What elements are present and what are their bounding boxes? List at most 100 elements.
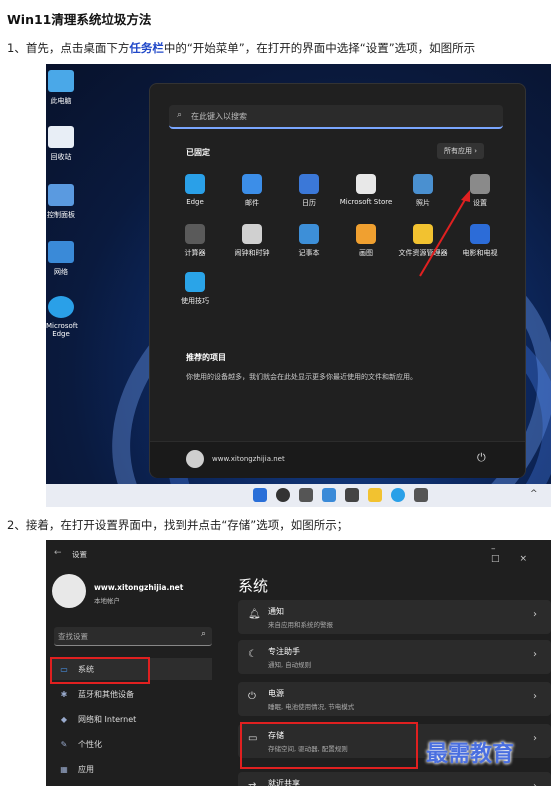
task-view-icon[interactable] [299,488,313,502]
nav-item[interactable]: ▦ 应用 [52,758,212,780]
nav-label: 应用 [78,764,94,774]
card-title: 通知 [268,607,284,616]
search-icon: ⌕ [177,110,183,120]
card-subtitle: 睡眠, 电池使用情况, 节电模式 [268,703,355,711]
app-icon [299,224,319,244]
settings-window-title: 设置 [72,550,87,559]
app-label: 记事本 [298,249,320,257]
pinned-app[interactable]: 计算器 [168,224,222,258]
user-name[interactable]: www.xitongzhijia.net [212,455,285,463]
card-title: 就近共享 [268,779,300,786]
bluetooth-icon: ✱ [60,689,68,699]
pinned-app[interactable]: Edge [168,174,222,206]
desktop-icon-control-panel[interactable]: 控制面板 [46,184,76,220]
desktop-icon-network[interactable]: 网络 [46,241,76,277]
pinned-label: 已固定 [186,148,210,157]
app-icon [356,224,376,244]
app-icon [242,224,262,244]
window-controls[interactable]: –□× [491,544,551,564]
settings-heading: 系统 [238,577,269,595]
start-search-box[interactable]: ⌕ 在此键入以搜索 [169,105,503,129]
card-subtitle: 来自应用和系统的警报 [268,621,333,629]
widgets-icon[interactable] [322,488,336,502]
pinned-app[interactable]: 记事本 [282,224,336,258]
moon-icon: ☾ [248,649,257,660]
settings-card[interactable]: 🔔︎ 通知来自应用和系统的警报 › [238,600,551,634]
nav-label: 蓝牙和其他设备 [78,689,134,699]
store-icon[interactable] [414,488,428,502]
app-label: 闹钟和时钟 [234,249,270,257]
desktop-icon-edge[interactable]: Microsoft Edge [46,296,78,338]
recycle-bin-icon [48,126,74,148]
article-title: Win11清理系统垃圾方法 [7,12,152,27]
file-explorer-icon[interactable] [368,488,382,502]
nav-item[interactable]: ✎ 个性化 [52,733,212,755]
settings-screenshot: ← 设置 www.xitongzhijia.net 本地帐户 查找设置 ⌕ ▭ 系… [46,540,551,786]
pinned-app[interactable]: 画图 [339,224,393,258]
app-label: 邮件 [245,199,259,207]
start-search-placeholder: 在此键入以搜索 [191,112,247,121]
chat-icon[interactable] [345,488,359,502]
highlight-system-nav [50,657,150,684]
card-title: 电源 [268,689,284,698]
pinned-app[interactable]: Microsoft Store [339,174,393,206]
start-menu-screenshot: 此电脑 回收站 控制面板 网络 Microsoft Edge ⌕ 在此键入以搜索… [46,64,551,507]
nav-item[interactable]: ◆ 网络和 Internet [52,708,212,730]
chevron-right-icon: › [533,649,537,660]
all-apps-button[interactable]: 所有应用 › [437,143,485,159]
chevron-right-icon: › [533,781,537,786]
pinned-app[interactable]: 闹钟和时钟 [225,224,279,258]
nav-item[interactable]: ✱ 蓝牙和其他设备 [52,683,212,705]
app-icon [242,174,262,194]
step-1-text: 1、首先，点击桌面下方任务栏中的“开始菜单”，在打开的界面中选择“设置”选项，如… [7,41,476,55]
user-avatar[interactable] [186,450,204,468]
apps-icon: ▦ [60,764,68,774]
card-title: 专注助手 [268,647,300,656]
pinned-app[interactable]: 日历 [282,174,336,208]
app-icon [356,174,376,194]
taskbar-link[interactable]: 任务栏 [129,41,164,55]
bell-icon: 🔔︎ [248,609,261,620]
account-avatar[interactable] [52,574,86,608]
settings-card[interactable]: ⏻ 电源睡眠, 电池使用情况, 节电模式 › [238,682,551,716]
red-arrow-annotation [419,190,470,277]
highlight-storage-card [240,722,418,769]
card-subtitle: 通知, 自动规则 [268,661,312,669]
nav-label: 网络和 Internet [78,714,137,724]
chevron-right-icon: › [533,691,537,702]
network-icon [48,241,74,263]
start-button-icon[interactable] [253,488,267,502]
wifi-icon: ◆ [60,714,68,724]
app-icon [185,272,205,292]
edge-icon[interactable] [391,488,405,502]
share-icon: ⇄ [248,781,256,786]
recommended-title: 推荐的项目 [186,353,226,362]
search-icon: ⌕ [200,629,206,639]
step-2-text: 2、接着，在打开设置界面中，找到并点击“存储”选项，如图所示； [7,518,349,532]
brush-icon: ✎ [60,739,68,749]
chevron-up-icon[interactable]: ^ [530,489,538,499]
chevron-right-icon: › [533,609,537,620]
desktop-icon-this-pc[interactable]: 此电脑 [46,70,76,106]
app-label: 使用技巧 [181,297,209,305]
start-footer: www.xitongzhijia.net ⏻ [150,441,525,478]
search-icon[interactable] [276,488,290,502]
back-arrow-icon[interactable]: ← [54,548,62,558]
settings-card[interactable]: ⇄ 就近共享 › [238,772,551,786]
settings-search-input[interactable]: 查找设置 ⌕ [54,627,212,646]
taskbar: ^ [46,484,551,507]
account-type: 本地帐户 [94,597,120,605]
app-icon [299,174,319,194]
app-label: Edge [186,198,204,206]
power-icon[interactable]: ⏻ [477,451,486,465]
desktop-icon-recycle-bin[interactable]: 回收站 [46,126,76,162]
app-icon [185,224,205,244]
power-icon: ⏻ [248,691,256,702]
pinned-app[interactable]: 邮件 [225,174,279,208]
watermark: 最需教育 [426,741,515,767]
app-label: Microsoft Store [339,198,393,206]
settings-card[interactable]: ☾ 专注助手通知, 自动规则 › [238,640,551,674]
nav-label: 个性化 [78,739,102,749]
pinned-app[interactable]: 使用技巧 [168,272,222,306]
control-panel-icon [48,184,74,206]
